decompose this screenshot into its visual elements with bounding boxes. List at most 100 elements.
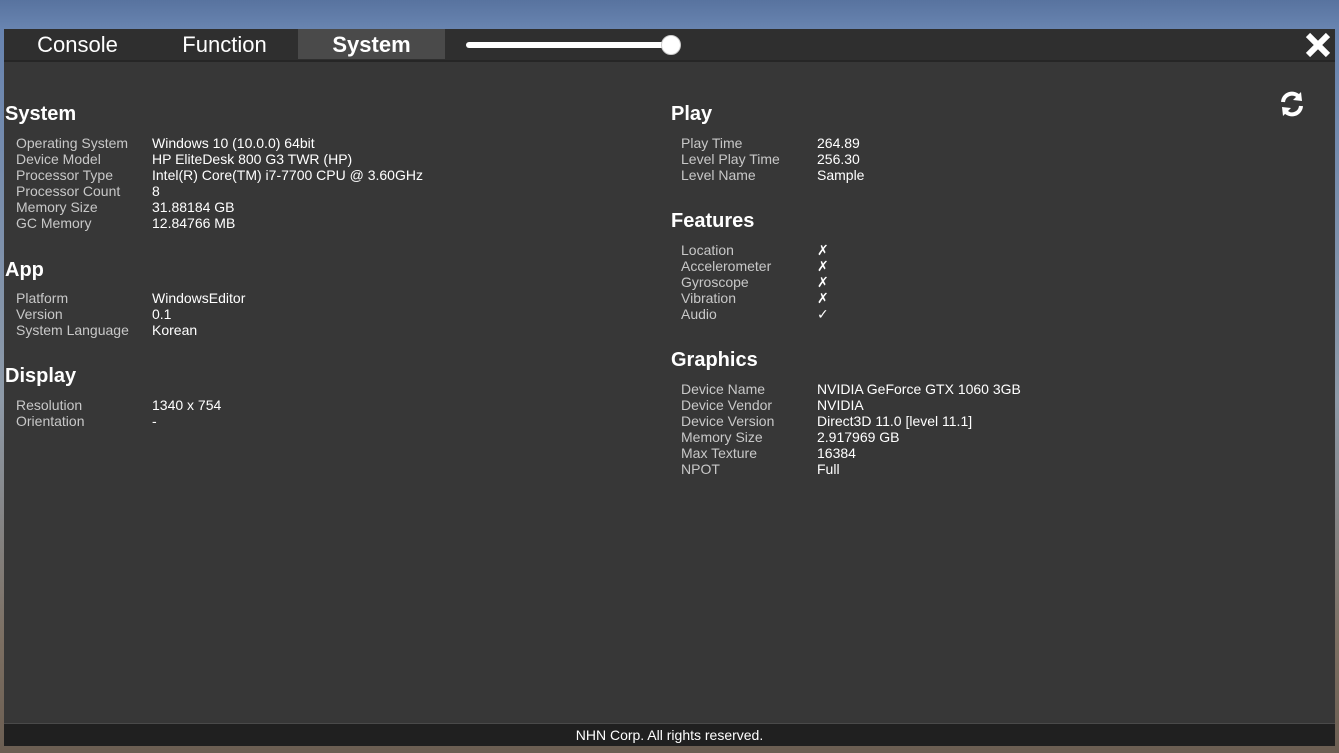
item-value: Intel(R) Core(TM) i7-7700 CPU @ 3.60GHz xyxy=(152,167,423,183)
list-item: Processor Count 8 xyxy=(16,183,423,199)
list-item: Orientation - xyxy=(16,413,221,429)
list-item: Accelerometer ✗ xyxy=(681,258,829,274)
item-key: Version xyxy=(16,306,63,322)
list-item: Platform WindowsEditor xyxy=(16,290,245,306)
item-key: Resolution xyxy=(16,397,83,413)
item-value: 31.88184 GB xyxy=(152,199,235,215)
list-item: Device Version Direct3D 11.0 [level 11.1] xyxy=(681,413,1021,429)
item-value: 12.84766 MB xyxy=(152,215,236,231)
list-item: Max Texture 16384 xyxy=(681,445,1021,461)
item-value: ✗ xyxy=(817,274,829,290)
section-title-play: Play xyxy=(671,103,713,125)
list-item: Device Model HP EliteDesk 800 G3 TWR (HP) xyxy=(16,151,423,167)
top-toolbar: Console Function System xyxy=(4,29,1335,62)
item-value: 16384 xyxy=(817,445,856,461)
item-key: Gyroscope xyxy=(681,274,749,290)
section-title-display: Display xyxy=(5,365,77,387)
play-info-list: Play Time 264.89 Level Play Time 256.30 Le… xyxy=(681,135,864,183)
list-item: Operating System Windows 10 (10.0.0) 64bi… xyxy=(16,135,423,151)
list-item: Device Name NVIDIA GeForce GTX 1060 3GB xyxy=(681,381,1021,397)
item-key: GC Memory xyxy=(16,215,92,231)
section-title-graphics: Graphics xyxy=(671,349,758,371)
features-info-list: Location ✗ Accelerometer ✗ Gyroscope ✗ Vibr… xyxy=(681,242,829,322)
item-key: Level Play Time xyxy=(681,151,780,167)
item-value: ✓ xyxy=(817,306,829,322)
item-value: Korean xyxy=(152,322,198,338)
list-item: Version 0.1 xyxy=(16,306,245,322)
list-item: Audio ✓ xyxy=(681,306,829,322)
slider-thumb[interactable] xyxy=(661,35,681,55)
tab-console[interactable]: Console xyxy=(4,29,151,59)
section-title-app: App xyxy=(5,259,44,281)
item-value: ✗ xyxy=(817,290,829,306)
item-key: Platform xyxy=(16,290,69,306)
item-key: Device Name xyxy=(681,381,766,397)
tab-function[interactable]: Function xyxy=(151,29,298,59)
item-key: Vibration xyxy=(681,290,737,306)
item-value: WindowsEditor xyxy=(152,290,246,306)
refresh-button[interactable] xyxy=(1277,89,1307,119)
item-key: NPOT xyxy=(681,461,720,477)
list-item: System Language Korean xyxy=(16,322,245,338)
item-key: Processor Count xyxy=(16,183,121,199)
refresh-icon xyxy=(1281,91,1303,117)
item-key: Operating System xyxy=(16,135,129,151)
opacity-slider[interactable] xyxy=(466,34,681,56)
list-item: Vibration ✗ xyxy=(681,290,829,306)
item-value: HP EliteDesk 800 G3 TWR (HP) xyxy=(152,151,353,167)
item-key: Processor Type xyxy=(16,167,114,183)
item-value: ✗ xyxy=(817,258,829,274)
list-item: Memory Size 31.88184 GB xyxy=(16,199,423,215)
item-key: Location xyxy=(681,242,734,258)
item-value: NVIDIA xyxy=(817,397,864,413)
list-item: Play Time 264.89 xyxy=(681,135,864,151)
item-value: 1340 x 754 xyxy=(152,397,222,413)
item-key: Orientation xyxy=(16,413,85,429)
item-value: - xyxy=(152,413,157,429)
item-value: NVIDIA GeForce GTX 1060 3GB xyxy=(817,381,1021,397)
list-item: Device Vendor NVIDIA xyxy=(681,397,1021,413)
item-key: Memory Size xyxy=(681,429,763,445)
section-title-features: Features xyxy=(671,210,755,232)
close-icon xyxy=(1305,32,1331,58)
list-item: GC Memory 12.84766 MB xyxy=(16,215,423,231)
section-title-system: System xyxy=(5,103,77,125)
system-info-list: Operating System Windows 10 (10.0.0) 64bi… xyxy=(16,135,423,231)
item-key: Audio xyxy=(681,306,717,322)
list-item: NPOT Full xyxy=(681,461,1021,477)
slider-track[interactable] xyxy=(466,42,670,48)
tab-system[interactable]: System xyxy=(298,29,445,59)
item-key: Max Texture xyxy=(681,445,757,461)
item-value: 8 xyxy=(152,183,160,199)
item-key: System Language xyxy=(16,322,129,338)
item-value: 264.89 xyxy=(817,135,860,151)
list-item: Memory Size 2.917969 GB xyxy=(681,429,1021,445)
list-item: Processor Type Intel(R) Core(TM) i7-7700 … xyxy=(16,167,423,183)
list-item: Level Name Sample xyxy=(681,167,864,183)
item-value: Full xyxy=(817,461,840,477)
item-key: Device Model xyxy=(16,151,101,167)
display-info-list: Resolution 1340 x 754 Orientation - xyxy=(16,397,221,429)
item-key: Device Vendor xyxy=(681,397,773,413)
item-key: Device Version xyxy=(681,413,775,429)
item-value: 2.917969 GB xyxy=(817,429,900,445)
item-value: Sample xyxy=(817,167,865,183)
list-item: Location ✗ xyxy=(681,242,829,258)
item-key: Play Time xyxy=(681,135,743,151)
item-value: Windows 10 (10.0.0) 64bit xyxy=(152,135,315,151)
item-value: Direct3D 11.0 [level 11.1] xyxy=(817,413,973,429)
item-value: ✗ xyxy=(817,242,829,258)
item-key: Level Name xyxy=(681,167,756,183)
item-value: 0.1 xyxy=(152,306,172,322)
list-item: Resolution 1340 x 754 xyxy=(16,397,221,413)
close-button[interactable] xyxy=(1302,30,1334,60)
system-info-panel: Console Function System System Operating… xyxy=(4,29,1335,746)
item-key: Memory Size xyxy=(16,199,98,215)
footer-copyright: NHN Corp. All rights reserved. xyxy=(4,723,1335,746)
list-item: Gyroscope ✗ xyxy=(681,274,829,290)
list-item: Level Play Time 256.30 xyxy=(681,151,864,167)
item-key: Accelerometer xyxy=(681,258,772,274)
app-info-list: Platform WindowsEditor Version 0.1 System … xyxy=(16,290,245,338)
item-value: 256.30 xyxy=(817,151,860,167)
graphics-info-list: Device Name NVIDIA GeForce GTX 1060 3GB D… xyxy=(681,381,1021,477)
